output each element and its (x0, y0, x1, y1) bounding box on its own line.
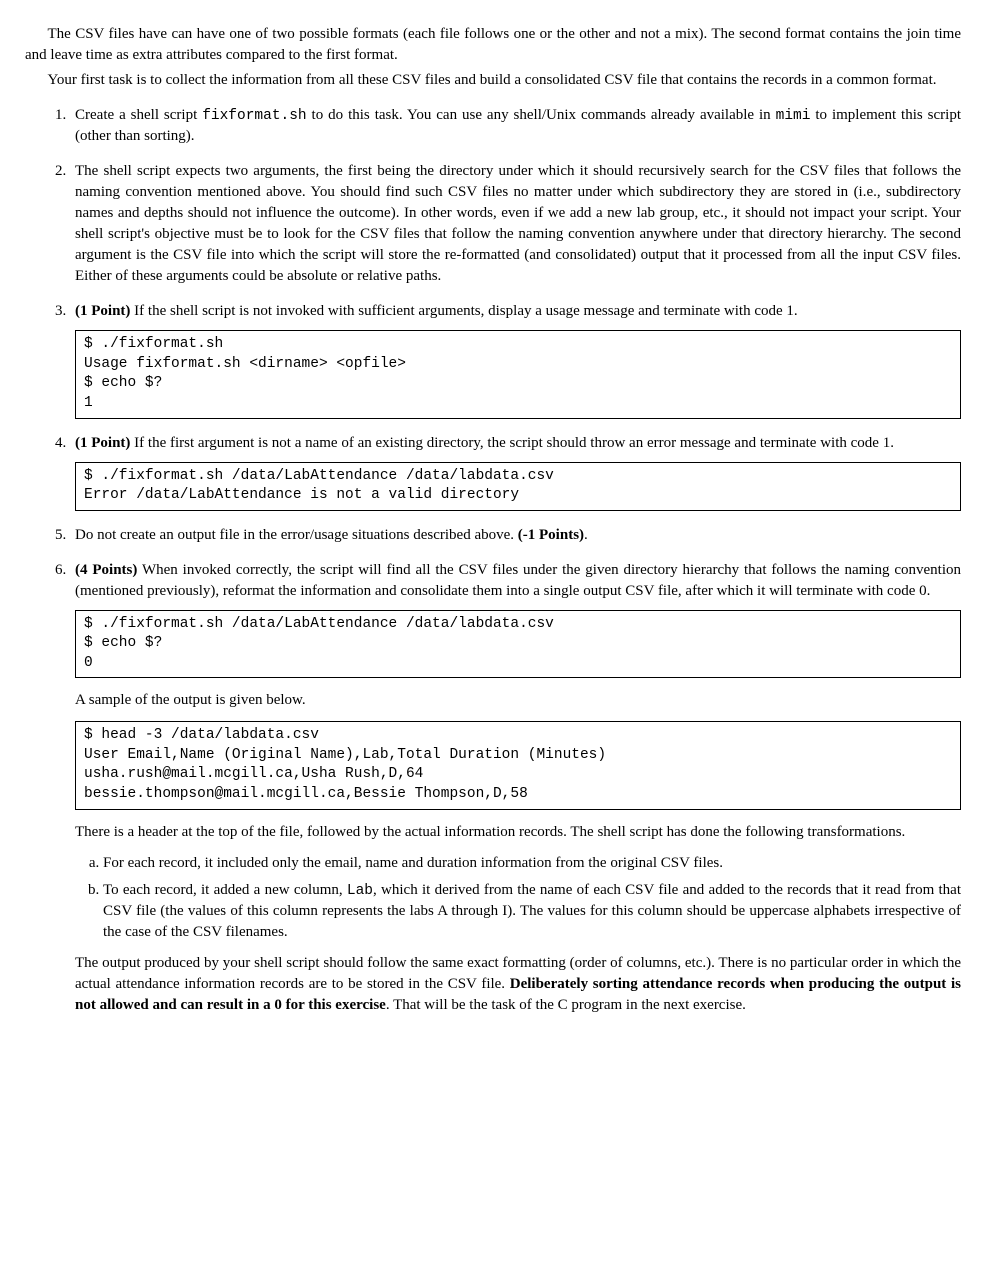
code-mimi: mimi (776, 108, 811, 124)
sub-list: For each record, it included only the em… (75, 853, 961, 943)
item-3-text: If the shell script is not invoked with … (130, 303, 797, 319)
item-1: Create a shell script fixformat.sh to do… (70, 105, 961, 147)
final-post: . That will be the task of the C program… (386, 997, 746, 1013)
code-block-head-output: $ head -3 /data/labdata.csv User Email,N… (75, 721, 961, 809)
item-3: (1 Point) If the shell script is not inv… (70, 301, 961, 418)
code-block-usage: $ ./fixformat.sh Usage fixformat.sh <dir… (75, 330, 961, 418)
item-4: (1 Point) If the first argument is not a… (70, 433, 961, 511)
item-6-points: (4 Points) (75, 562, 137, 578)
header-explain: There is a header at the top of the file… (75, 822, 961, 843)
item-3-points: (1 Point) (75, 303, 130, 319)
final-paragraph: The output produced by your shell script… (75, 953, 961, 1016)
item-6: (4 Points) When invoked correctly, the s… (70, 560, 961, 1016)
intro-p2: Your first task is to collect the inform… (25, 70, 961, 91)
item-1-mid: to do this task. You can use any shell/U… (307, 107, 776, 123)
code-fixformat: fixformat.sh (202, 108, 306, 124)
item-5: Do not create an output file in the erro… (70, 525, 961, 546)
item-2: The shell script expects two arguments, … (70, 161, 961, 287)
code-lab: Lab (347, 883, 373, 899)
intro-paragraphs: The CSV files have can have one of two p… (25, 24, 961, 91)
numbered-list: Create a shell script fixformat.sh to do… (25, 105, 961, 1016)
item-5-points: (-1 Points) (518, 527, 584, 543)
sub-b-pre: To each record, it added a new column, (103, 882, 347, 898)
item-5-post: . (584, 527, 588, 543)
sub-b: To each record, it added a new column, L… (103, 880, 961, 943)
item-5-pre: Do not create an output file in the erro… (75, 527, 518, 543)
intro-p1: The CSV files have can have one of two p… (25, 24, 961, 66)
code-block-success: $ ./fixformat.sh /data/LabAttendance /da… (75, 610, 961, 679)
item-1-pre: Create a shell script (75, 107, 202, 123)
sub-a: For each record, it included only the em… (103, 853, 961, 874)
item-4-text: If the first argument is not a name of a… (130, 435, 894, 451)
item-6-text: When invoked correctly, the script will … (75, 562, 961, 599)
sample-intro: A sample of the output is given below. (75, 690, 961, 711)
item-4-points: (1 Point) (75, 435, 130, 451)
code-block-invalid-dir: $ ./fixformat.sh /data/LabAttendance /da… (75, 462, 961, 511)
